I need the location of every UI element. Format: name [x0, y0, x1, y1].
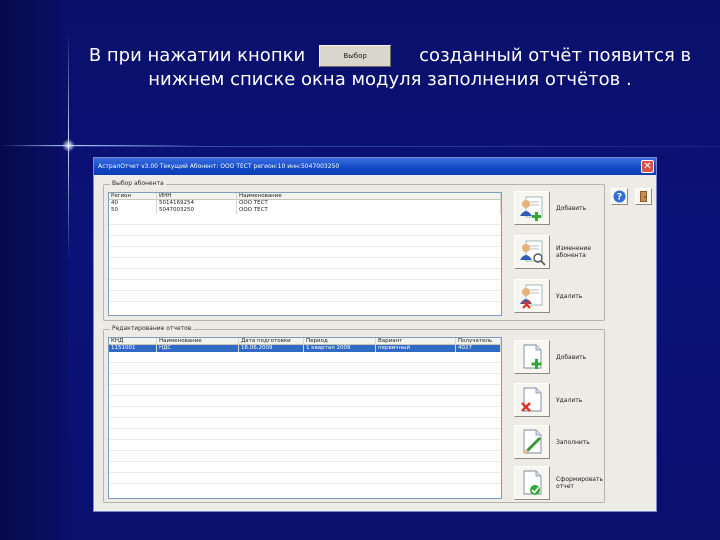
- table-row[interactable]: 50 5047003250 ООО ТЕСТ: [109, 207, 501, 214]
- generate-report-button[interactable]: Сформировать отчет: [514, 466, 603, 500]
- empty-row: [109, 236, 501, 247]
- cell-name: НДС: [157, 345, 239, 352]
- empty-row: [109, 352, 501, 363]
- window-titlebar: АстралОтчет v3.00 Текущий Абонент: ООО Т…: [94, 158, 656, 175]
- select-button-image: Выбор: [319, 45, 392, 67]
- svg-text:?: ?: [617, 193, 622, 203]
- caption-text-after: созданный отчёт появится в: [419, 45, 692, 66]
- empty-row: [109, 418, 501, 429]
- subscriber-table-header: Регион ИНН Наименование: [109, 193, 501, 200]
- add-user-icon: [514, 191, 550, 225]
- empty-row: [109, 473, 501, 484]
- cell-date: 16.06.2009: [239, 345, 304, 352]
- add-subscriber-button[interactable]: Добавить: [514, 191, 596, 225]
- subscriber-table[interactable]: Регион ИНН Наименование 40 5014169254 ОО…: [108, 192, 502, 316]
- empty-row: [109, 214, 501, 225]
- empty-row: [109, 247, 501, 258]
- generate-report-label: Сформировать отчет: [556, 476, 603, 490]
- cell-variant: первичный: [376, 345, 456, 352]
- column-header-name[interactable]: Наименование: [157, 338, 239, 345]
- subscriber-group-title: Выбор абонента: [110, 180, 166, 188]
- column-header-inn[interactable]: ИНН: [157, 193, 237, 200]
- cell-name: ООО ТЕСТ: [237, 200, 501, 207]
- empty-row: [109, 258, 501, 269]
- generate-document-icon: [514, 466, 550, 500]
- table-row[interactable]: 40 5014169254 ООО ТЕСТ: [109, 200, 501, 207]
- empty-row: [109, 385, 501, 396]
- delete-report-label: Удалить: [556, 396, 583, 404]
- app-window: АстралОтчет v3.00 Текущий Абонент: ООО Т…: [93, 157, 657, 512]
- empty-row: [109, 291, 501, 302]
- flare-star: [62, 139, 75, 152]
- empty-row: [109, 429, 501, 440]
- cell-name: ООО ТЕСТ: [237, 207, 501, 214]
- empty-row: [109, 396, 501, 407]
- caption-line-2: нижнем списке окна модуля заполнения отч…: [148, 69, 632, 90]
- add-report-button[interactable]: Добавить: [514, 340, 596, 374]
- empty-row: [109, 374, 501, 385]
- empty-row: [109, 225, 501, 236]
- window-title: АстралОтчет v3.00 Текущий Абонент: ООО Т…: [98, 163, 340, 170]
- fill-document-icon: [514, 425, 550, 459]
- add-document-icon: [514, 340, 550, 374]
- exit-button[interactable]: [635, 188, 652, 205]
- cell-region: 40: [109, 200, 157, 207]
- column-header-variant[interactable]: Вариант: [376, 338, 456, 345]
- help-button[interactable]: ?: [611, 188, 628, 205]
- left-band: [0, 0, 68, 540]
- exit-icon: [640, 191, 647, 202]
- horizontal-flare-line: [0, 146, 720, 147]
- edit-subscriber-label: Изменение абонента: [556, 245, 592, 259]
- delete-subscriber-label: Удалить: [556, 292, 583, 300]
- add-subscriber-label: Добавить: [556, 204, 587, 212]
- caption-line-1: В при нажатии кнопки Выбор созданный отч…: [70, 44, 710, 68]
- empty-row: [109, 363, 501, 374]
- flare-horizontal: [0, 145, 200, 146]
- table-row-selected[interactable]: 1151001 НДС 16.06.2009 1 квартал 2009 пе…: [109, 345, 501, 352]
- empty-row: [109, 407, 501, 418]
- slide-caption: В при нажатии кнопки Выбор созданный отч…: [70, 44, 710, 92]
- delete-document-icon: [514, 383, 550, 417]
- empty-row: [109, 269, 501, 280]
- cell-knd: 1151001: [109, 345, 157, 352]
- edit-subscriber-button[interactable]: Изменение абонента: [514, 235, 596, 269]
- caption-text-before: В при нажатии кнопки: [88, 45, 306, 66]
- cell-recipient: 4027: [456, 345, 501, 352]
- cell-inn: 5047003250: [157, 207, 237, 214]
- column-header-region[interactable]: Регион: [109, 193, 157, 200]
- empty-row: [109, 440, 501, 451]
- cell-region: 50: [109, 207, 157, 214]
- fill-report-label: Заполнить: [556, 438, 590, 446]
- reports-table[interactable]: КНД Наименование Дата подготовки Период …: [108, 337, 502, 499]
- help-icon: ?: [613, 190, 626, 203]
- empty-row: [109, 451, 501, 462]
- empty-row: [109, 280, 501, 291]
- cell-period: 1 квартал 2009: [304, 345, 376, 352]
- reports-group-title: Редактирование отчетов: [110, 325, 194, 333]
- column-header-recipient[interactable]: Получатель: [456, 338, 501, 345]
- close-button[interactable]: ✕: [641, 160, 654, 173]
- column-header-name[interactable]: Наименование: [237, 193, 501, 200]
- delete-user-icon: [514, 279, 550, 313]
- column-header-period[interactable]: Период: [304, 338, 376, 345]
- empty-row: [109, 462, 501, 473]
- edit-user-icon: [514, 235, 550, 269]
- fill-report-button[interactable]: Заполнить: [514, 425, 596, 459]
- add-report-label: Добавить: [556, 353, 587, 361]
- delete-subscriber-button[interactable]: Удалить: [514, 279, 596, 313]
- reports-table-header: КНД Наименование Дата подготовки Период …: [109, 338, 501, 345]
- column-header-knd[interactable]: КНД: [109, 338, 157, 345]
- delete-report-button[interactable]: Удалить: [514, 383, 596, 417]
- column-header-date[interactable]: Дата подготовки: [239, 338, 304, 345]
- cell-inn: 5014169254: [157, 200, 237, 207]
